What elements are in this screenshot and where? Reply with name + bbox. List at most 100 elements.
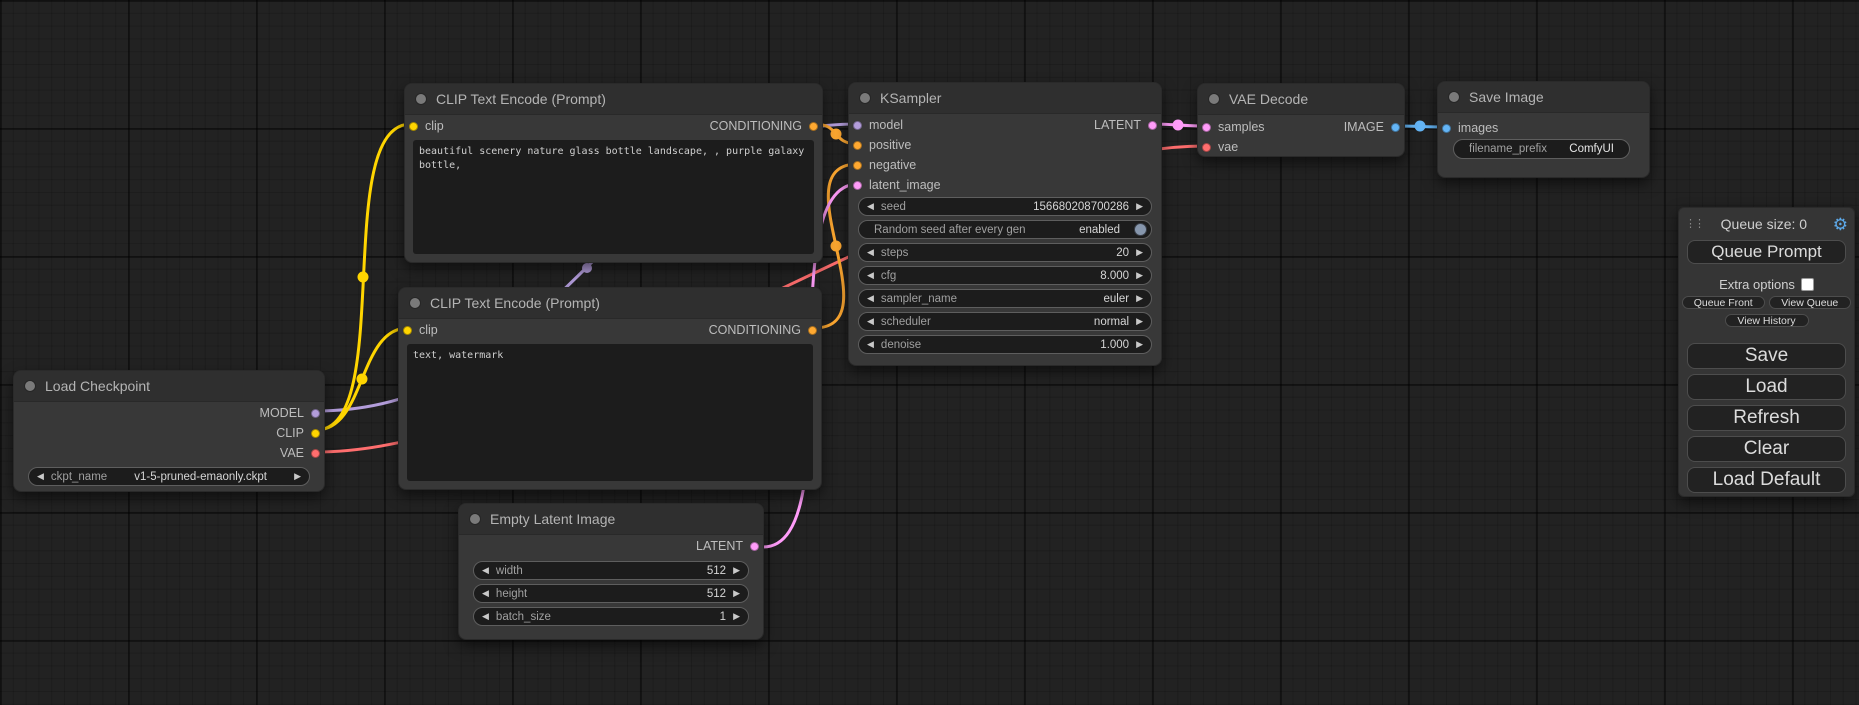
widget-decrement-icon[interactable]: ◀ (867, 271, 874, 280)
widget-decrement-icon[interactable]: ◀ (482, 589, 489, 598)
collapse-dot-icon[interactable] (859, 92, 871, 104)
collapse-dot-icon[interactable] (469, 513, 481, 525)
collapse-dot-icon[interactable] (409, 297, 421, 309)
widget-increment-icon[interactable]: ▶ (1136, 202, 1143, 211)
conditioning-output-dot[interactable] (809, 122, 818, 131)
filename-prefix-widget[interactable]: filename_prefix ComfyUI (1453, 139, 1630, 159)
view-history-button[interactable]: View History (1725, 314, 1809, 327)
drag-handle-icon[interactable]: ⋮⋮ (1685, 219, 1695, 229)
node-clip-text-encode-negative[interactable]: CLIP Text Encode (Prompt) clip CONDITION… (398, 287, 822, 490)
extra-options-label: Extra options (1719, 277, 1795, 292)
widget-increment-icon[interactable]: ▶ (1136, 271, 1143, 280)
node-save-image[interactable]: Save Image images filename_prefix ComfyU… (1437, 81, 1650, 178)
widget-increment-icon[interactable]: ▶ (1136, 248, 1143, 257)
widget-label: width (496, 565, 523, 577)
clear-button[interactable]: Clear (1687, 436, 1846, 462)
node-title: VAE Decode (1229, 91, 1308, 107)
output-row: VAE (14, 443, 324, 463)
seed-widget[interactable]: ◀ seed 156680208700286 ▶ (858, 197, 1152, 216)
node-title-bar[interactable]: VAE Decode (1198, 84, 1404, 115)
random-seed-widget[interactable]: Random seed after every gen enabled (858, 220, 1152, 239)
widget-increment-icon[interactable]: ▶ (733, 566, 740, 575)
widget-value: enabled (1079, 224, 1120, 236)
negative-input-dot[interactable] (853, 161, 862, 170)
widget-decrement-icon[interactable]: ◀ (482, 566, 489, 575)
widget-increment-icon[interactable]: ▶ (733, 612, 740, 621)
collapse-dot-icon[interactable] (1448, 91, 1460, 103)
refresh-button[interactable]: Refresh (1687, 405, 1846, 431)
node-title-bar[interactable]: CLIP Text Encode (Prompt) (399, 288, 821, 319)
widget-increment-icon[interactable]: ▶ (1136, 340, 1143, 349)
input-row: negative (849, 155, 1161, 175)
queue-menu-panel[interactable]: ⋮⋮ Queue size: 0 ⚙ Queue Prompt Extra op… (1678, 207, 1855, 497)
latent-output-dot[interactable] (750, 542, 759, 551)
input-row: positive (849, 135, 1161, 155)
widget-label: sampler_name (881, 293, 957, 305)
widget-decrement-icon[interactable]: ◀ (482, 612, 489, 621)
node-title-bar[interactable]: Load Checkpoint (14, 371, 324, 402)
node-title-bar[interactable]: Empty Latent Image (459, 504, 763, 535)
output-label: CLIP (276, 426, 304, 440)
comfyui-canvas[interactable]: { "graph": { "load_checkpoint": { "title… (0, 0, 1859, 705)
model-output-dot[interactable] (311, 409, 320, 418)
prompt-textarea[interactable]: text, watermark (407, 344, 813, 481)
node-vae-decode[interactable]: VAE Decode samples IMAGE vae (1197, 83, 1405, 157)
widget-decrement-icon[interactable]: ◀ (867, 340, 874, 349)
sampler-name-widget[interactable]: ◀ sampler_name euler ▶ (858, 289, 1152, 308)
collapse-dot-icon[interactable] (24, 380, 36, 392)
widget-value: 512 (707, 565, 726, 577)
ckpt-name-widget[interactable]: ◀ ckpt_name v1-5-pruned-emaonly.ckpt ▶ (28, 467, 310, 486)
link-midpoint-dot (831, 241, 842, 252)
link-midpoint-dot (1173, 120, 1184, 131)
width-widget[interactable]: ◀ width 512 ▶ (473, 561, 749, 580)
latent-image-input-dot[interactable] (853, 181, 862, 190)
node-title: CLIP Text Encode (Prompt) (436, 91, 606, 107)
widget-increment-icon[interactable]: ▶ (733, 589, 740, 598)
view-queue-button[interactable]: View Queue (1769, 296, 1852, 309)
node-load-checkpoint[interactable]: Load Checkpoint MODEL CLIP VAE ◀ ckpt_na… (13, 370, 325, 492)
node-title-bar[interactable]: Save Image (1438, 82, 1649, 113)
node-empty-latent-image[interactable]: Empty Latent Image LATENT ◀ width 512 ▶ … (458, 503, 764, 640)
toggle-icon[interactable] (1134, 223, 1147, 236)
vae-input-dot[interactable] (1202, 143, 1211, 152)
widget-decrement-icon[interactable]: ◀ (37, 472, 44, 481)
cfg-widget[interactable]: ◀ cfg 8.000 ▶ (858, 266, 1152, 285)
widget-increment-icon[interactable]: ▶ (1136, 317, 1143, 326)
images-input-dot[interactable] (1442, 124, 1451, 133)
widget-decrement-icon[interactable]: ◀ (867, 294, 874, 303)
widget-decrement-icon[interactable]: ◀ (867, 248, 874, 257)
prompt-textarea[interactable]: beautiful scenery nature glass bottle la… (413, 140, 814, 254)
collapse-dot-icon[interactable] (1208, 93, 1220, 105)
widget-increment-icon[interactable]: ▶ (1136, 294, 1143, 303)
extra-options-checkbox[interactable] (1801, 278, 1814, 291)
clip-output-dot[interactable] (311, 429, 320, 438)
queue-front-button[interactable]: Queue Front (1682, 296, 1765, 309)
node-clip-text-encode-positive[interactable]: CLIP Text Encode (Prompt) clip CONDITION… (404, 83, 823, 263)
steps-widget[interactable]: ◀ steps 20 ▶ (858, 243, 1152, 262)
latent-output-dot[interactable] (1148, 121, 1157, 130)
save-button[interactable]: Save (1687, 343, 1846, 369)
widget-label: batch_size (496, 611, 551, 623)
load-button[interactable]: Load (1687, 374, 1846, 400)
image-output-dot[interactable] (1391, 123, 1400, 132)
conditioning-output-dot[interactable] (808, 326, 817, 335)
positive-input-dot[interactable] (853, 141, 862, 150)
scheduler-widget[interactable]: ◀ scheduler normal ▶ (858, 312, 1152, 331)
collapse-dot-icon[interactable] (415, 93, 427, 105)
widget-label: height (496, 588, 527, 600)
widget-value: euler (1104, 293, 1130, 305)
batch-size-widget[interactable]: ◀ batch_size 1 ▶ (473, 607, 749, 626)
denoise-widget[interactable]: ◀ denoise 1.000 ▶ (858, 335, 1152, 354)
widget-decrement-icon[interactable]: ◀ (867, 202, 874, 211)
load-default-button[interactable]: Load Default (1687, 467, 1846, 493)
widget-increment-icon[interactable]: ▶ (294, 472, 301, 481)
widget-decrement-icon[interactable]: ◀ (867, 317, 874, 326)
widget-value: v1-5-pruned-emaonly.ckpt (107, 471, 294, 483)
node-title-bar[interactable]: CLIP Text Encode (Prompt) (405, 84, 822, 115)
vae-output-dot[interactable] (311, 449, 320, 458)
node-title-bar[interactable]: KSampler (849, 83, 1161, 114)
height-widget[interactable]: ◀ height 512 ▶ (473, 584, 749, 603)
queue-prompt-button[interactable]: Queue Prompt (1687, 240, 1846, 264)
gear-icon[interactable]: ⚙ (1833, 216, 1848, 233)
node-ksampler[interactable]: KSampler model LATENT positive negative … (848, 82, 1162, 366)
